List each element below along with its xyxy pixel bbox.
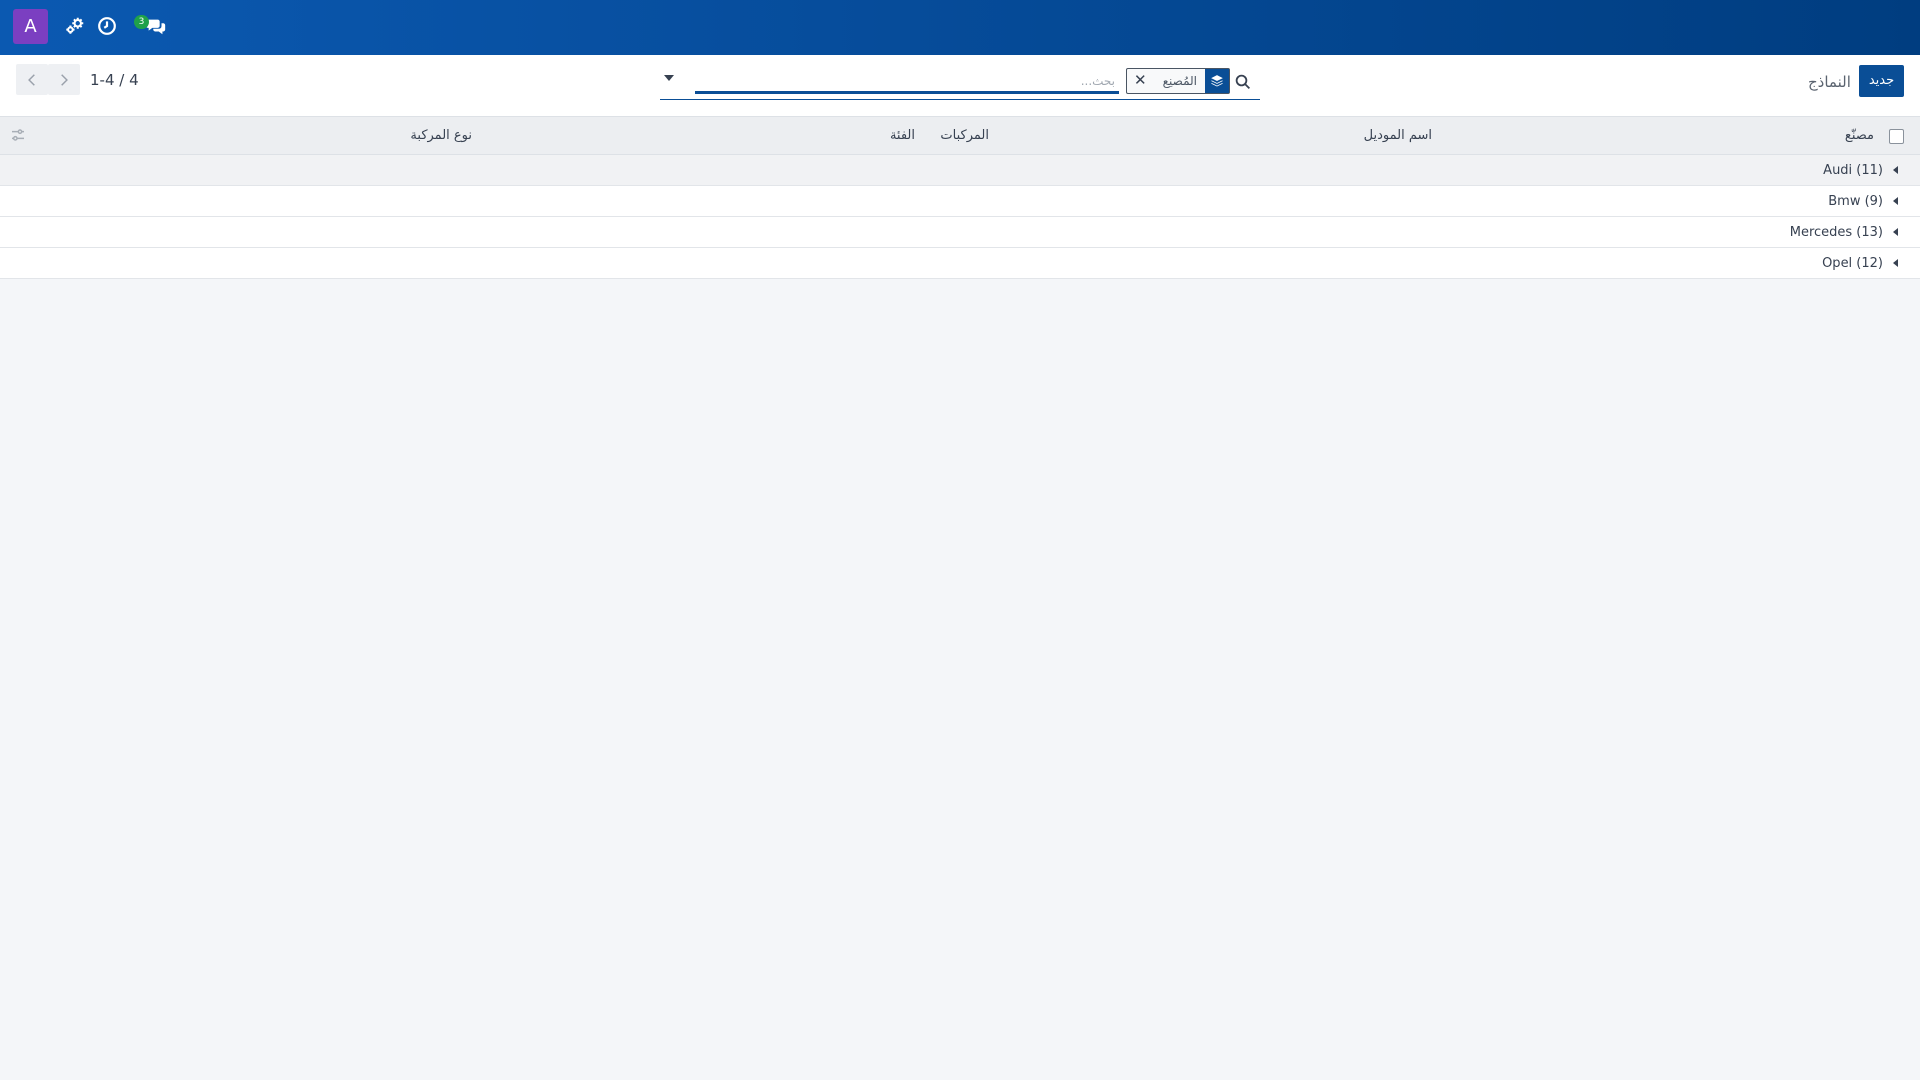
- group-row-opel[interactable]: Opel (12): [0, 248, 1920, 279]
- pager-previous-button[interactable]: [16, 64, 48, 95]
- column-header-category[interactable]: الفئة: [890, 128, 915, 143]
- pager-value[interactable]: 1-4 / 4: [90, 71, 139, 89]
- group-row-bmw[interactable]: Bmw (9): [0, 186, 1920, 217]
- new-button[interactable]: جديد: [1859, 65, 1904, 97]
- breadcrumb: النماذج: [1808, 73, 1851, 91]
- chevron-right-icon: [61, 74, 68, 86]
- search-bar: المُصنِع ✕: [660, 67, 1260, 100]
- control-panel: جديد النماذج المُصنِع ✕ 1-4 / 4: [0, 55, 1920, 117]
- search-input[interactable]: [695, 70, 1119, 94]
- facet-label: المُصنِع: [1162, 74, 1197, 88]
- caret-left-icon: [1893, 259, 1898, 267]
- group-label: Audi (11): [1823, 163, 1883, 178]
- group-row-mercedes[interactable]: Mercedes (13): [0, 217, 1920, 248]
- search-icon[interactable]: [1234, 73, 1252, 91]
- select-all-checkbox[interactable]: [1889, 129, 1904, 144]
- optional-columns-icon[interactable]: [10, 127, 26, 143]
- column-header-vehicles[interactable]: المركبات: [940, 128, 989, 143]
- close-icon[interactable]: ✕: [1134, 71, 1147, 89]
- groupby-facet[interactable]: المُصنِع ✕: [1126, 68, 1230, 94]
- group-label: Bmw (9): [1828, 194, 1883, 209]
- caret-left-icon: [1893, 197, 1898, 205]
- column-header-model-name[interactable]: اسم الموديل: [1364, 128, 1432, 143]
- list-header: مصنّع اسم الموديل المركبات الفئة نوع الم…: [0, 117, 1920, 155]
- clock-icon[interactable]: [96, 15, 118, 37]
- chat-count-badge: 3: [134, 15, 149, 29]
- pager-next-button[interactable]: [48, 64, 80, 95]
- column-header-vehicle-type[interactable]: نوع المركبة: [410, 128, 472, 143]
- group-row-audi[interactable]: Audi (11): [0, 155, 1920, 186]
- column-header-manufacturer[interactable]: مصنّع: [1845, 128, 1874, 143]
- caret-left-icon: [1893, 228, 1898, 236]
- chevron-down-icon[interactable]: [664, 75, 674, 81]
- chevron-left-icon: [28, 74, 35, 86]
- group-label: Mercedes (13): [1789, 225, 1883, 240]
- group-label: Opel (12): [1822, 256, 1883, 271]
- caret-left-icon: [1893, 166, 1898, 174]
- top-navbar: A 3: [0, 0, 1920, 55]
- user-avatar[interactable]: A: [13, 9, 48, 44]
- settings-icon[interactable]: [64, 15, 86, 37]
- layers-icon: [1205, 69, 1229, 93]
